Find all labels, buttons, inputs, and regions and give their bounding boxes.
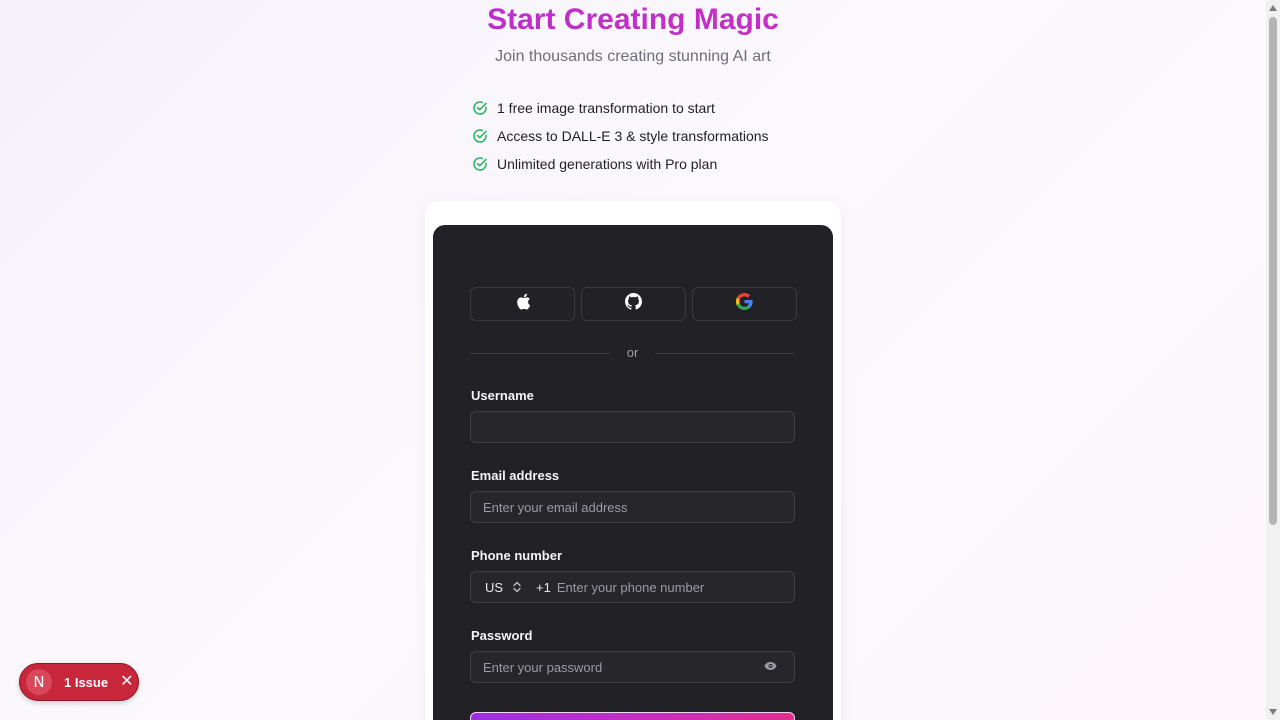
password-field-group <box>470 651 795 683</box>
dial-code: +1 <box>536 579 551 595</box>
phone-field-group: US +1 <box>470 571 795 603</box>
apple-icon <box>515 293 531 315</box>
scroll-up-icon[interactable] <box>1269 5 1277 11</box>
close-icon[interactable]: ✕ <box>120 674 133 690</box>
apple-login-button[interactable] <box>470 287 575 321</box>
feature-text: Access to DALL-E 3 & style transformatio… <box>497 128 769 144</box>
google-login-button[interactable] <box>692 287 797 321</box>
country-code: US <box>485 579 504 595</box>
country-select[interactable]: US <box>471 580 533 595</box>
issues-count: 1 Issue <box>64 674 109 690</box>
or-divider: or <box>470 343 795 363</box>
social-login-row <box>470 287 797 321</box>
check-circle-icon <box>472 128 488 144</box>
scroll-down-icon[interactable] <box>1269 709 1277 715</box>
github-login-button[interactable] <box>581 287 686 321</box>
nextjs-logo-icon: N <box>26 669 52 695</box>
feature-item: 1 free image transformation to start <box>472 94 769 122</box>
issues-badge[interactable]: N 1 Issue ✕ <box>19 663 139 701</box>
phone-label: Phone number <box>471 548 563 563</box>
feature-item: Access to DALL-E 3 & style transformatio… <box>472 122 769 150</box>
page-subtitle: Join thousands creating stunning AI art <box>495 48 771 65</box>
signup-form: or Username Email address Phone number U… <box>433 225 833 720</box>
feature-text: Unlimited generations with Pro plan <box>497 156 718 172</box>
chevron-up-down-icon <box>513 581 521 593</box>
divider-line <box>655 353 795 354</box>
username-label: Username <box>471 388 534 403</box>
eye-icon[interactable] <box>764 661 777 671</box>
github-icon <box>625 293 642 315</box>
feature-text: 1 free image transformation to start <box>497 100 715 116</box>
page: Start Creating Magic Join thousands crea… <box>0 0 1266 720</box>
feature-list: 1 free image transformation to start Acc… <box>472 94 769 178</box>
email-field[interactable] <box>470 491 795 523</box>
phone-field[interactable] <box>550 572 794 602</box>
email-label: Email address <box>471 468 560 483</box>
check-circle-icon <box>472 156 488 172</box>
password-label: Password <box>471 628 533 643</box>
check-circle-icon <box>472 100 488 116</box>
password-field[interactable] <box>470 651 795 683</box>
continue-button[interactable] <box>470 712 795 720</box>
google-icon <box>736 293 753 315</box>
scrollbar-thumb[interactable] <box>1269 17 1277 525</box>
vertical-scrollbar[interactable] <box>1266 0 1280 720</box>
feature-item: Unlimited generations with Pro plan <box>472 150 769 178</box>
username-field[interactable] <box>470 411 795 443</box>
page-title: Start Creating Magic <box>0 2 1266 38</box>
